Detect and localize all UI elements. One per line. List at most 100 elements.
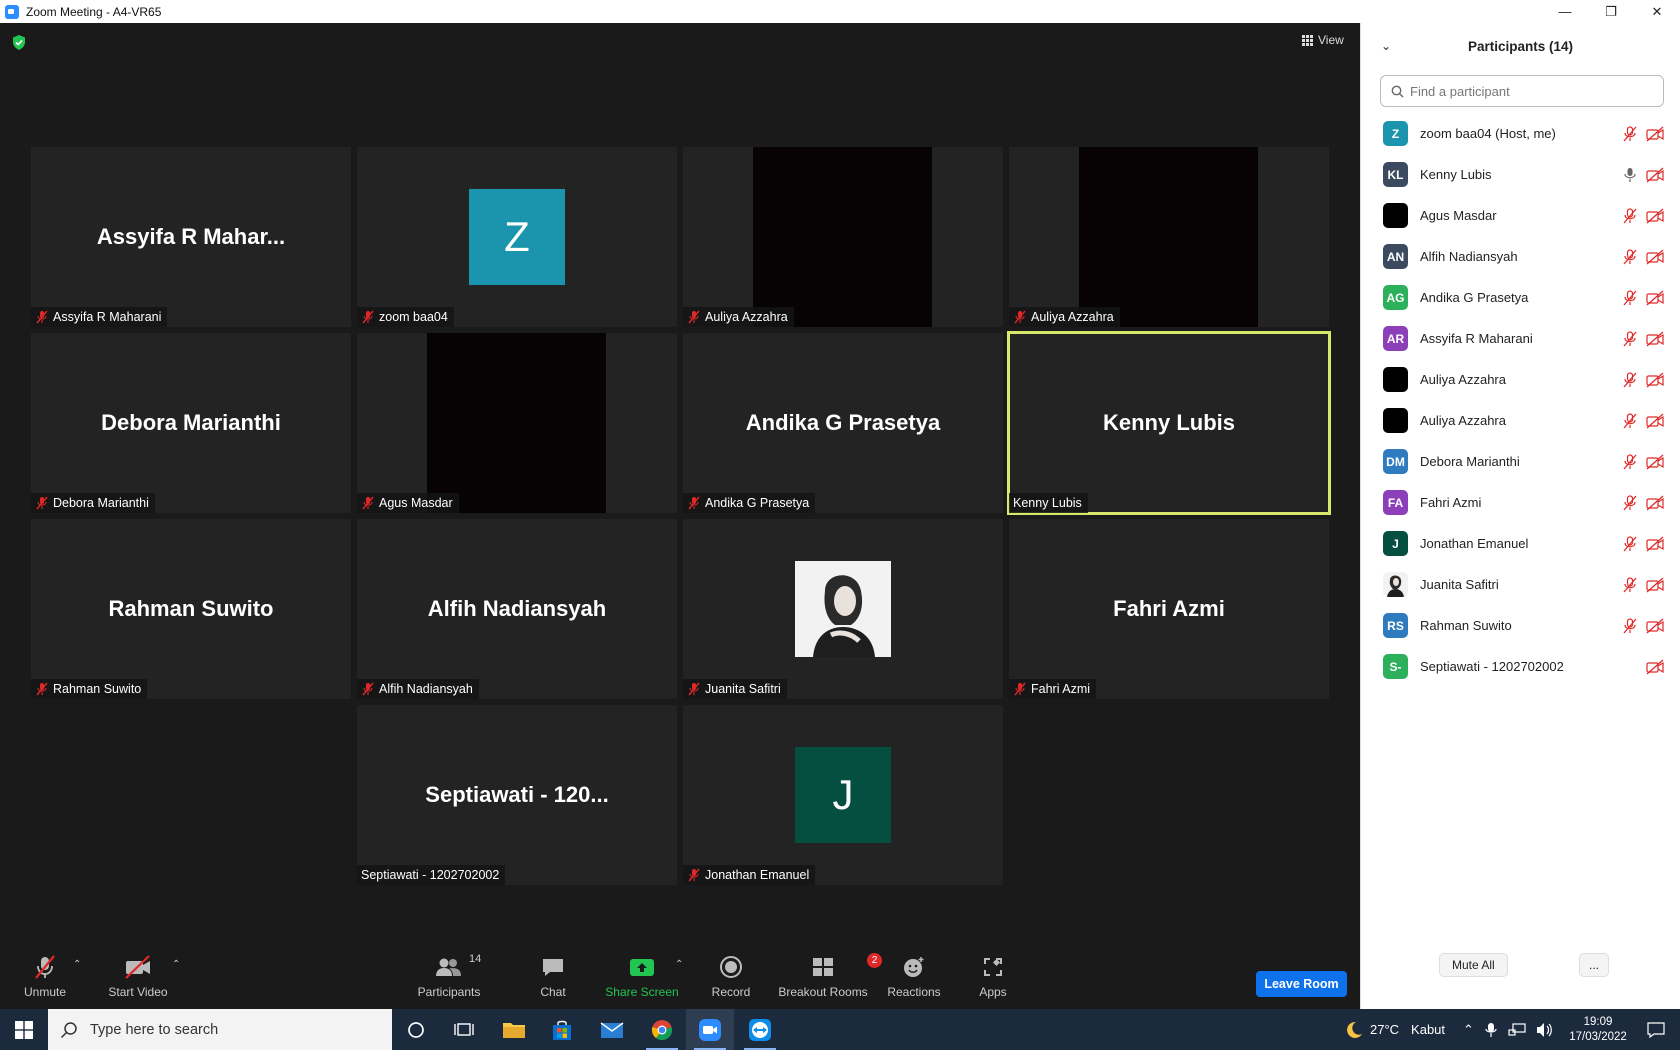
reactions-button[interactable]: Reactions <box>884 951 944 1009</box>
video-options-caret-icon[interactable]: ⌃ <box>172 959 180 970</box>
taskbar-search-input[interactable] <box>90 1021 370 1038</box>
video-off-icon[interactable] <box>1646 659 1664 675</box>
participant-row[interactable]: FA Fahri Azmi <box>1361 482 1680 523</box>
share-screen-button[interactable]: Share Screen <box>604 951 680 1009</box>
taskbar-microsoft-store[interactable] <box>538 1009 586 1050</box>
participant-row[interactable]: Juanita Safitri <box>1361 564 1680 605</box>
taskbar-file-explorer[interactable] <box>490 1009 538 1050</box>
muted-mic-icon[interactable] <box>1622 412 1638 429</box>
taskbar-zoom[interactable] <box>686 1009 734 1050</box>
participant-row[interactable]: Zzoom baa04 (Host, me) <box>1361 113 1680 154</box>
task-view-button[interactable] <box>440 1009 488 1050</box>
video-tile[interactable]: Debora Marianthi Debora Marianthi <box>31 333 351 513</box>
video-tile[interactable]: Zzoom baa04 <box>357 147 677 327</box>
participant-row[interactable]: AR Assyifa R Maharani <box>1361 318 1680 359</box>
muted-mic-icon[interactable] <box>1622 289 1638 306</box>
muted-mic-icon[interactable] <box>1622 248 1638 265</box>
participant-row[interactable]: DM Debora Marianthi <box>1361 441 1680 482</box>
restore-button[interactable]: ❐ <box>1588 0 1634 23</box>
video-off-icon[interactable] <box>1646 331 1664 347</box>
participant-row[interactable]: J Jonathan Emanuel <box>1361 523 1680 564</box>
video-tile[interactable]: Auliya Azzahra <box>1009 147 1329 327</box>
chat-button[interactable]: Chat <box>533 951 573 1009</box>
participant-row[interactable]: Agus Masdar <box>1361 195 1680 236</box>
cortana-button[interactable] <box>392 1009 440 1050</box>
unmute-button[interactable]: Unmute <box>22 951 68 1009</box>
muted-mic-icon[interactable] <box>1622 207 1638 224</box>
taskbar-mail[interactable] <box>588 1009 636 1050</box>
participant-row[interactable]: RS Rahman Suwito <box>1361 605 1680 646</box>
video-tile[interactable]: Juanita Safitri <box>683 519 1003 699</box>
video-off-icon[interactable] <box>1646 454 1664 470</box>
muted-mic-icon[interactable] <box>1622 330 1638 347</box>
video-off-icon[interactable] <box>1646 577 1664 593</box>
video-off-icon[interactable] <box>1646 249 1664 265</box>
task-view-icon <box>454 1022 474 1036</box>
taskbar-chrome[interactable] <box>638 1009 686 1050</box>
video-off-icon[interactable] <box>1646 536 1664 552</box>
windows-start-button[interactable] <box>0 1009 48 1050</box>
network-icon[interactable] <box>1508 1022 1526 1038</box>
video-off-icon[interactable] <box>1646 290 1664 306</box>
minimize-button[interactable]: — <box>1542 0 1588 23</box>
encryption-shield-icon[interactable] <box>12 35 26 50</box>
breakout-rooms-button[interactable]: 2 Breakout Rooms <box>778 951 882 1009</box>
participant-avatar: J <box>1383 531 1408 556</box>
muted-mic-icon[interactable] <box>1622 494 1638 511</box>
participant-row[interactable]: KL Kenny Lubis <box>1361 154 1680 195</box>
show-hidden-icons-chevron-icon[interactable]: ⌃ <box>1463 1022 1474 1038</box>
muted-mic-icon[interactable] <box>1622 125 1638 142</box>
participant-row[interactable]: Auliya Azzahra <box>1361 359 1680 400</box>
participants-button[interactable]: 14 Participants <box>416 951 482 1009</box>
participant-search[interactable] <box>1380 75 1664 107</box>
video-tile[interactable]: Andika G Prasetya Andika G Prasetya <box>683 333 1003 513</box>
participant-search-input[interactable] <box>1410 83 1650 99</box>
video-off-icon[interactable] <box>1646 126 1664 142</box>
more-options-button[interactable]: ... <box>1579 953 1609 977</box>
video-tile[interactable]: Assyifa R Mahar... Assyifa R Maharani <box>31 147 351 327</box>
close-button[interactable]: ✕ <box>1634 0 1680 23</box>
muted-mic-icon[interactable] <box>1622 576 1638 593</box>
video-tile[interactable]: Rahman Suwito Rahman Suwito <box>31 519 351 699</box>
video-tile[interactable]: Agus Masdar <box>357 333 677 513</box>
collapse-panel-chevron-icon[interactable]: ⌄ <box>1381 39 1391 53</box>
muted-mic-icon[interactable] <box>1622 535 1638 552</box>
video-tile[interactable]: Auliya Azzahra <box>683 147 1003 327</box>
video-tile[interactable]: Kenny Lubis Kenny Lubis <box>1007 331 1331 515</box>
participant-row[interactable]: AN Alfih Nadiansyah <box>1361 236 1680 277</box>
leave-room-button[interactable]: Leave Room <box>1256 971 1347 997</box>
volume-icon[interactable] <box>1536 1022 1554 1038</box>
video-tile[interactable]: Septiawati - 120... Septiawati - 12027020… <box>357 705 677 885</box>
video-off-icon[interactable] <box>1646 372 1664 388</box>
video-tile[interactable]: Alfih Nadiansyah Alfih Nadiansyah <box>357 519 677 699</box>
view-button[interactable]: View <box>1302 33 1344 47</box>
video-off-icon[interactable] <box>1646 618 1664 634</box>
microphone-tray-icon[interactable] <box>1484 1022 1498 1038</box>
participant-row[interactable]: AG Andika G Prasetya <box>1361 277 1680 318</box>
video-tile[interactable]: Fahri Azmi Fahri Azmi <box>1009 519 1329 699</box>
start-video-button[interactable]: Start Video <box>105 951 171 1009</box>
record-button[interactable]: Record <box>710 951 752 1009</box>
apps-button[interactable]: Apps <box>975 951 1011 1009</box>
mute-all-button[interactable]: Mute All <box>1439 953 1508 977</box>
video-tile[interactable]: J Jonathan Emanuel <box>683 705 1003 885</box>
clock[interactable]: 19:09 17/03/2022 <box>1568 1009 1628 1050</box>
mic-icon[interactable] <box>1622 167 1638 183</box>
muted-mic-icon <box>362 496 374 510</box>
weather-widget[interactable]: 27°C Kabut <box>1344 1009 1445 1050</box>
taskbar-teamviewer[interactable] <box>736 1009 784 1050</box>
participant-row[interactable]: S- Septiawati - 1202702002 <box>1361 646 1680 687</box>
video-off-icon[interactable] <box>1646 208 1664 224</box>
notifications-button[interactable] <box>1636 1009 1676 1050</box>
tile-video-feed <box>753 147 932 327</box>
video-off-icon[interactable] <box>1646 167 1664 183</box>
muted-mic-icon[interactable] <box>1622 617 1638 634</box>
video-off-icon[interactable] <box>1646 413 1664 429</box>
participant-row[interactable]: Auliya Azzahra <box>1361 400 1680 441</box>
video-off-icon[interactable] <box>1646 495 1664 511</box>
audio-options-caret-icon[interactable]: ⌃ <box>73 959 81 970</box>
muted-mic-icon[interactable] <box>1622 453 1638 470</box>
taskbar-search-box[interactable] <box>48 1009 392 1050</box>
share-options-caret-icon[interactable]: ⌃ <box>675 959 683 970</box>
muted-mic-icon[interactable] <box>1622 371 1638 388</box>
